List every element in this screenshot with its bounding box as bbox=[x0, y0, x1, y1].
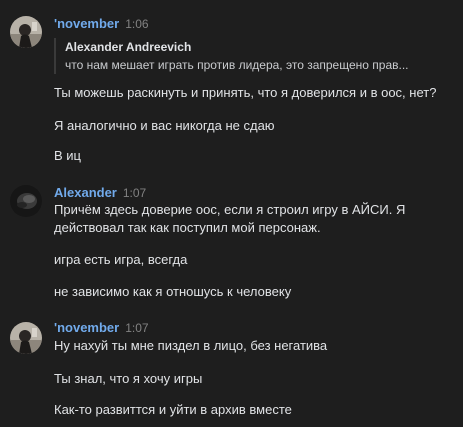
message-header: 'november 1:07 bbox=[54, 320, 149, 335]
message-text: Как-то развиттся и уйти в архив вместе bbox=[54, 402, 292, 417]
message-time[interactable]: 1:06 bbox=[125, 17, 148, 31]
message-text: Я аналогично и вас никогда не сдаю bbox=[54, 118, 275, 133]
message-time[interactable]: 1:07 bbox=[123, 186, 146, 200]
reply-text: что нам мешает играть против лидера, это… bbox=[65, 58, 409, 72]
message-text: Ты можешь раскинуть и принять, что я дов… bbox=[54, 85, 437, 100]
author-name[interactable]: 'november bbox=[54, 16, 119, 31]
author-name[interactable]: 'november bbox=[54, 320, 119, 335]
reply-quote[interactable]: Alexander Andreevich что нам мешает игра… bbox=[54, 38, 454, 74]
avatar[interactable] bbox=[10, 16, 42, 48]
message-text: Ну нахуй ты мне пиздел в лицо, без негат… bbox=[54, 338, 328, 353]
message-text: В иц bbox=[54, 148, 81, 163]
message-header: Alexander 1:07 bbox=[54, 185, 146, 200]
message-text: не зависимо как я отношусь к человеку bbox=[54, 284, 292, 299]
message-time[interactable]: 1:07 bbox=[125, 321, 148, 335]
message-header: 'november 1:06 bbox=[54, 16, 149, 31]
message-text: Ты знал, что я хочу игры bbox=[54, 371, 203, 386]
avatar[interactable] bbox=[10, 185, 42, 217]
message-text: действовал так как поступил мой персонаж… bbox=[54, 220, 321, 235]
message-text: Причём здесь доверие оос, если я строил … bbox=[54, 202, 406, 217]
author-name[interactable]: Alexander bbox=[54, 185, 117, 200]
avatar[interactable] bbox=[10, 322, 42, 354]
message-text: игра есть игра, всегда bbox=[54, 252, 188, 267]
reply-author: Alexander Andreevich bbox=[65, 40, 192, 54]
